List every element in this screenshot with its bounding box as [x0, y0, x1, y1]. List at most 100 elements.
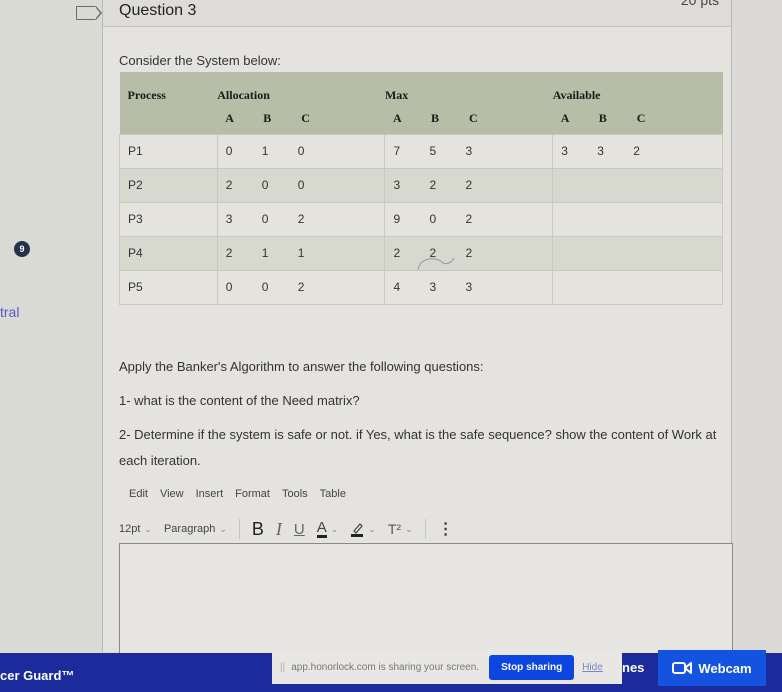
header-res-c: C — [636, 111, 646, 125]
stop-sharing-button[interactable]: Stop sharing — [489, 654, 575, 680]
cell-available — [552, 167, 723, 203]
menu-format[interactable]: Format — [235, 488, 270, 500]
text-color-icon: A — [316, 518, 327, 538]
share-message: app.honorlock.com is sharing your screen… — [291, 661, 480, 673]
drag-handle-icon[interactable]: || — [280, 662, 285, 673]
header-process-label: Process — [127, 88, 166, 102]
menu-view[interactable]: View — [160, 488, 184, 500]
cell-allocation: 0 1 0 — [216, 133, 386, 169]
menu-insert[interactable]: Insert — [196, 488, 224, 500]
cell-available — [552, 201, 723, 237]
max-value: 3 — [465, 144, 473, 158]
header-available: Available A B C — [553, 72, 723, 134]
header-res-b: B — [263, 111, 272, 125]
header-res-c: C — [301, 111, 310, 125]
cell-allocation: 2 1 1 — [216, 235, 386, 271]
cell-max: 9 0 2 — [384, 201, 554, 237]
block-format-select[interactable]: Paragraph ⌄ — [164, 523, 227, 535]
guard-label: cer Guard™ — [0, 668, 75, 683]
answer-editor[interactable] — [119, 543, 733, 658]
menu-tools[interactable]: Tools — [282, 488, 308, 500]
question-intro: Consider the System below: — [119, 53, 281, 68]
max-value: 4 — [393, 280, 401, 294]
available-value: 2 — [633, 144, 640, 158]
italic-button[interactable]: I — [276, 519, 282, 540]
question-title: Question 3 — [119, 2, 197, 19]
chevron-down-icon: ⌄ — [219, 523, 227, 534]
cell-allocation: 2 0 0 — [216, 167, 386, 203]
superscript-button[interactable]: T² ⌄ — [388, 521, 413, 537]
chevron-down-icon: ⌄ — [330, 523, 339, 534]
table-row: P1 0 1 0 7 5 3 3 3 2 — [119, 133, 723, 169]
allocation-value: 2 — [297, 212, 305, 226]
allocation-value: 2 — [225, 178, 233, 192]
table-row: P3 3 0 2 9 0 2 — [119, 201, 723, 237]
text-color-button[interactable]: A ⌄ — [316, 518, 339, 538]
table-header-row: Process Allocation A B C Max A B C Avail… — [119, 72, 723, 134]
header-res-c: C — [468, 111, 478, 125]
cell-allocation: 0 0 2 — [216, 269, 386, 305]
allocation-value: 0 — [297, 144, 305, 158]
cell-available — [552, 235, 723, 271]
editor-toolbar: 12pt ⌄ Paragraph ⌄ B I U A ⌄ ⌄ T² ⌄ ⋮ — [119, 512, 729, 546]
superscript-icon: T² — [387, 521, 402, 537]
cell-process: P4 — [119, 235, 218, 271]
cell-process: P3 — [119, 201, 218, 237]
allocation-value: 1 — [261, 144, 269, 158]
max-value: 3 — [393, 178, 401, 192]
header-process: Process — [120, 72, 218, 134]
more-options-button[interactable]: ⋮ — [438, 519, 454, 539]
toolbar-divider — [424, 519, 426, 539]
question-item-2: 2- Determine if the system is safe or no… — [119, 427, 717, 468]
header-res-a: A — [560, 111, 570, 125]
notification-badge[interactable]: 9 — [14, 241, 30, 257]
hide-banner-link[interactable]: Hide — [582, 662, 603, 673]
header-allocation: Allocation A B C — [217, 72, 385, 134]
cell-process: P1 — [119, 133, 218, 169]
header-max: Max A B C — [385, 72, 553, 134]
max-value: 3 — [465, 280, 473, 294]
question-prompt: Apply the Banker's Algorithm to answer t… — [119, 359, 484, 374]
table-row: P5 0 0 2 4 3 3 — [119, 269, 723, 305]
max-value: 5 — [429, 144, 437, 158]
bookmark-flag-icon[interactable] — [76, 6, 102, 20]
bold-button[interactable]: B — [252, 519, 264, 540]
chevron-down-icon: ⌄ — [368, 523, 376, 534]
max-value: 9 — [393, 212, 401, 226]
allocation-value: 1 — [261, 246, 269, 260]
pen-squiggle-mark — [417, 257, 455, 271]
cell-max: 7 5 3 — [384, 133, 554, 169]
webcam-button[interactable]: Webcam — [658, 650, 766, 686]
header-available-label: Available — [552, 88, 601, 102]
allocation-value: 1 — [297, 246, 305, 260]
available-value: 3 — [561, 144, 568, 158]
header-max-label: Max — [384, 88, 409, 102]
chevron-down-icon: ⌄ — [405, 523, 413, 534]
highlight-color-button[interactable]: ⌄ — [350, 521, 376, 537]
max-value: 2 — [465, 246, 473, 260]
partial-nav-link[interactable]: tral — [0, 304, 19, 320]
question-card: Question 3 20 pts Consider the System be… — [102, 0, 733, 658]
cell-available: 3 3 2 — [552, 133, 723, 169]
cell-max: 4 3 3 — [384, 269, 554, 305]
font-size-select[interactable]: 12pt ⌄ — [119, 523, 152, 535]
block-format-value: Paragraph — [163, 523, 216, 535]
table-row: P2 2 0 0 3 2 2 — [119, 167, 723, 203]
cell-allocation: 3 0 2 — [216, 201, 386, 237]
allocation-value: 0 — [225, 144, 233, 158]
header-res-a: A — [225, 111, 234, 125]
left-rail: 9 tral — [0, 0, 102, 652]
underline-button[interactable]: U — [294, 521, 305, 538]
header-res-b: B — [598, 111, 607, 125]
chevron-down-icon: ⌄ — [144, 523, 152, 534]
allocation-value: 0 — [261, 212, 269, 226]
screen-share-banner: || app.honorlock.com is sharing your scr… — [272, 650, 622, 684]
allocation-value: 0 — [261, 280, 269, 294]
header-res-b: B — [430, 111, 439, 125]
menu-table[interactable]: Table — [320, 488, 346, 500]
font-size-value: 12pt — [119, 523, 141, 535]
menu-edit[interactable]: Edit — [129, 488, 148, 500]
header-allocation-label: Allocation — [217, 88, 270, 102]
webcam-label: Webcam — [698, 660, 752, 676]
max-value: 7 — [393, 144, 401, 158]
